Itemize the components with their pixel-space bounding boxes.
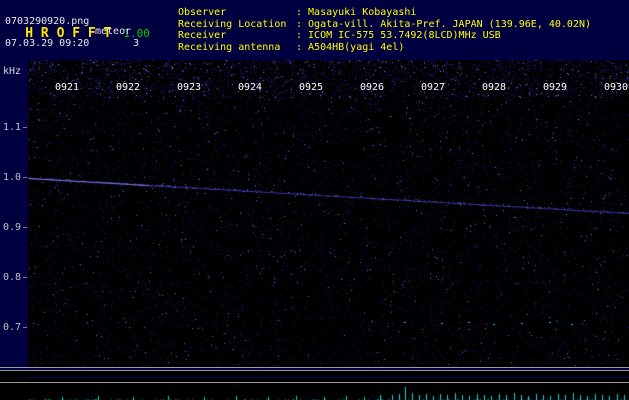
frequency-tick-mark — [23, 177, 27, 178]
frequency-tick-label: 1.0 — [3, 172, 21, 183]
frequency-tick-label: 0.8 — [3, 272, 21, 283]
frequency-tick-label: 1.1 — [3, 122, 21, 133]
frequency-tick-mark — [23, 127, 27, 128]
echo-count-label: 3 — [133, 38, 139, 49]
info-value: : A504HB(yagi 4el) — [296, 42, 404, 54]
info-row: Receiving antenna: A504HB(yagi 4el) — [178, 42, 591, 54]
mode-label: meteor — [95, 26, 131, 37]
khz-unit-label: kHz — [3, 66, 21, 77]
frequency-tick-label: 0.9 — [3, 222, 21, 233]
frequency-tick-mark — [23, 327, 27, 328]
frequency-tick-mark — [23, 277, 27, 278]
filename-label: 0703290920.png — [5, 16, 89, 27]
spectrogram-canvas — [28, 60, 629, 367]
signal-level-trace — [28, 377, 629, 378]
info-value: : Masayuki Kobayashi — [296, 7, 416, 19]
activity-strip — [0, 383, 629, 400]
separator-line-top — [0, 367, 629, 368]
frequency-axis: kHz 1.1 1.0 0.9 0.8 0.7 — [0, 60, 28, 367]
frequency-tick-label: 0.7 — [3, 322, 21, 333]
info-row: Receiver: ICOM IC-575 53.7492(8LCD)MHz U… — [178, 30, 591, 42]
frequency-tick-mark — [23, 227, 27, 228]
info-value: : Ogata-vill. Akita-Pref. JAPAN (139.96E… — [296, 19, 591, 31]
observer-info-table: Observer: Masayuki Kobayashi Receiving Lo… — [178, 7, 591, 53]
info-label: Receiving antenna — [178, 42, 296, 54]
info-value: : ICOM IC-575 53.7492(8LCD)MHz USB — [296, 30, 501, 42]
info-row: Receiving Location: Ogata-vill. Akita-Pr… — [178, 19, 591, 31]
info-row: Observer: Masayuki Kobayashi — [178, 7, 591, 19]
signal-level-strip — [0, 371, 629, 382]
info-label: Receiving Location — [178, 19, 296, 31]
info-label: Observer — [178, 7, 296, 19]
info-label: Receiver — [178, 30, 296, 42]
activity-canvas — [28, 384, 629, 400]
datetime-label: 07.03.29 09:20 — [5, 38, 89, 49]
